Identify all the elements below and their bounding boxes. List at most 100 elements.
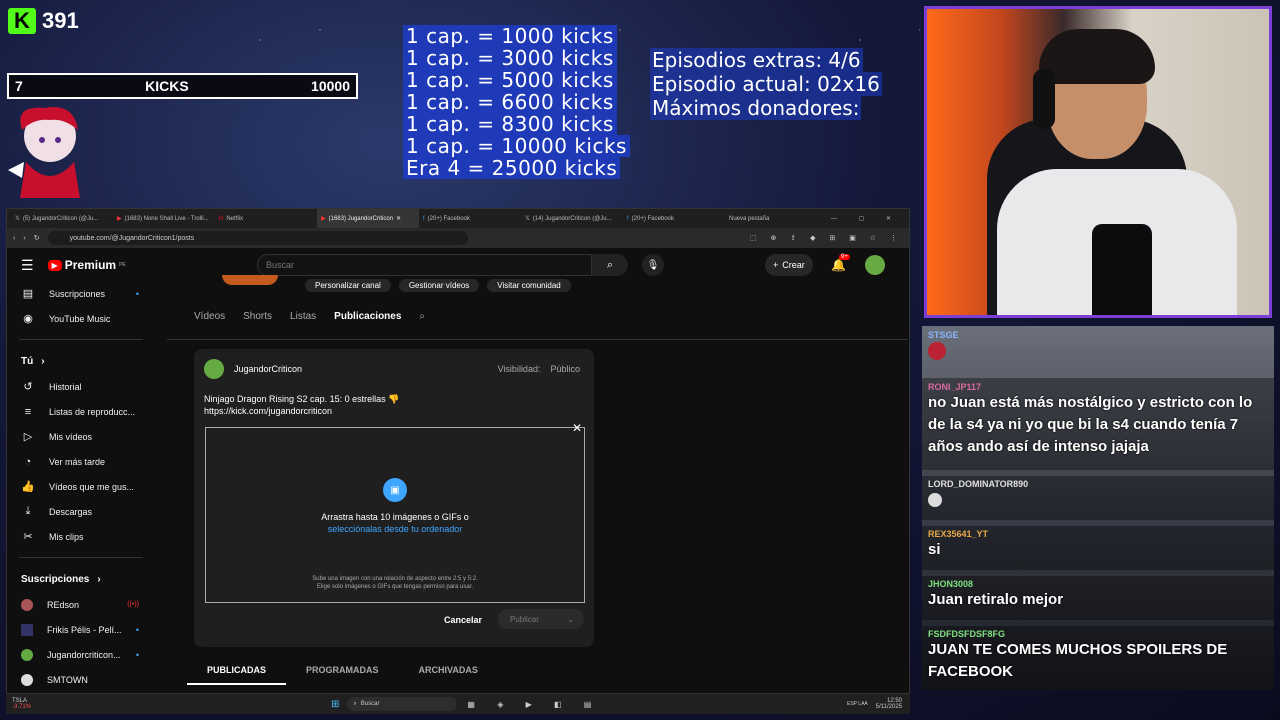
post-composer: JugandorCriticon Visibilidad: Público Ni… (194, 349, 594, 647)
browser-tab[interactable]: 𝕏 (5) JugandorCriticon (@Ju... (11, 209, 113, 228)
sidebar-sub-item[interactable]: Jugandorcriticon... • (7, 642, 155, 667)
subscriptions-icon: ▤ (22, 288, 34, 300)
notification-badge: 9+ (839, 254, 850, 260)
browser-tab-active[interactable]: ▶ (1683) JugandorCriticon ✕ (317, 209, 419, 228)
create-button[interactable]: + Crear (765, 254, 813, 276)
youtube-logo-icon: ▶ (47, 259, 62, 271)
sidebar-item-music[interactable]: ◉ YouTube Music (7, 306, 155, 331)
sidebar-sub-item[interactable]: SMTOWN (7, 667, 155, 692)
browser-tab[interactable]: N Netflix (215, 209, 317, 228)
sidebar-you-header[interactable]: Tú › (7, 348, 155, 374)
chat-message: RONI_JP117 no Juan está más nostálgico y… (928, 382, 1268, 458)
address-bar: ‹ › ↻ youtube.com/@JugandorCriticon1/pos… (7, 228, 909, 248)
forward-icon[interactable]: › (23, 235, 25, 242)
browser-tab[interactable]: ▶ (1683) None Shall Live - Trolli... (113, 209, 215, 228)
cancel-button[interactable]: Cancelar (444, 615, 482, 625)
tab-scheduled[interactable]: PROGRAMADAS (286, 657, 399, 685)
search-input[interactable] (257, 254, 592, 276)
chat-username: FSDFDSFDSF8FG (928, 629, 1006, 639)
youtube-logo[interactable]: ▶ Premium PE (47, 258, 126, 272)
divider (167, 339, 907, 340)
windows-start-icon[interactable]: ⊞ (331, 699, 339, 710)
url-field[interactable]: youtube.com/@JugandorCriticon1/posts (47, 231, 468, 245)
tab-videos[interactable]: Vídeos (194, 311, 225, 322)
mascot-illustration (8, 106, 80, 198)
kick-goal-item: 1 cap. = 1000 kicks (403, 25, 617, 47)
manage-videos-button[interactable]: Gestionar vídeos (398, 279, 480, 292)
visibility-selector[interactable]: Visibilidad: Público (498, 364, 580, 374)
search-icon: ⌕ (353, 700, 357, 707)
kick-goal-item: 1 cap. = 10000 kicks (403, 135, 630, 157)
sidebar-sub-item[interactable]: Frikis Pélis - Pelí... • (7, 617, 155, 642)
browser-tab[interactable]: f (20+) Facebook (419, 209, 521, 228)
reload-icon[interactable]: ↻ (34, 234, 40, 242)
playlist-icon: ≡ (24, 405, 32, 418)
clock-icon: ◔ (24, 455, 32, 468)
sidebar-item-downloads[interactable]: ⤓ Descargas (7, 499, 155, 524)
post-text-input[interactable]: Ninjago Dragon Rising S2 cap. 15: 0 estr… (204, 393, 399, 417)
sidebar-item-clips[interactable]: ✂ Mis clips (7, 524, 155, 549)
taskbar-search[interactable]: ⌕ Buscar (347, 697, 458, 711)
new-dot: • (135, 288, 139, 299)
close-icon[interactable]: ✕ (572, 421, 582, 435)
sidebar-item-history[interactable]: ↺ Historial (7, 374, 155, 399)
avatar[interactable] (865, 255, 885, 275)
thumbs-up-icon: 👍 (21, 481, 35, 493)
chevron-down-icon[interactable]: ⌄ (567, 615, 574, 624)
goal-current: 7 (15, 78, 23, 94)
dropzone-note: Sube una imagen con una relación de aspe… (312, 576, 478, 582)
sidebar-item-playlists[interactable]: ≡ Listas de reproducc... (7, 399, 155, 424)
pinned-app-icons[interactable]: ▦ ◈ ▶ ◧ ▤ (467, 700, 601, 709)
sidebar-sub-item[interactable]: REdson ((•)) (7, 592, 155, 617)
chat-message: REX35641_YT si (928, 529, 1268, 561)
tab-archived[interactable]: ARCHIVADAS (399, 657, 498, 685)
extension-icons[interactable]: ⬚ ⊕ ⇪ ◆ ⊞ ▣ ☆ ⋮ (750, 234, 903, 242)
divider (19, 339, 143, 340)
search-icon[interactable]: ⌕ (592, 254, 628, 276)
customize-channel-button[interactable]: Personalizar canal (305, 279, 391, 292)
sidebar-item-my-videos[interactable]: ▷ Mis vídeos (7, 424, 155, 449)
notifications-icon[interactable]: 🔔 9+ (831, 254, 850, 272)
live-icon: ((•)) (127, 601, 139, 608)
tab-posts[interactable]: Publicaciones (334, 311, 401, 322)
window-controls[interactable]: — ▢ ✕ (831, 215, 909, 222)
dropzone-title: Arrastra hasta 10 imágenes o GIFs o (321, 512, 469, 522)
menu-icon[interactable]: ☰ (21, 257, 34, 274)
dropzone-note: Elige solo imágenes o GIFs que tengas pe… (316, 584, 474, 590)
sidebar-item-liked[interactable]: 👍 Vídeos que me gus... (7, 474, 155, 499)
sidebar-item-subscriptions[interactable]: ▤ Suscripciones • (7, 281, 155, 306)
browser-tab[interactable]: Nueva pestaña (725, 209, 827, 228)
chat-username: LORD_DOMINATOR890 (928, 479, 1029, 489)
chat-message: STSGE (928, 330, 1268, 360)
tab-lists[interactable]: Listas (290, 311, 316, 322)
music-icon: ◉ (23, 313, 33, 325)
select-from-computer-link[interactable]: selecciónalas desde tu ordenador (206, 524, 584, 534)
channel-main: Personalizar canal Gestionar vídeos Visi… (167, 275, 907, 695)
tab-bar: 𝕏 (5) JugandorCriticon (@Ju... ▶ (1683) No… (7, 209, 909, 228)
my-videos-icon: ▷ (23, 431, 33, 443)
clock[interactable]: 12:50 5/11/2025 (876, 698, 902, 710)
channel-avatar (21, 598, 33, 611)
streamer-hair (1039, 29, 1155, 84)
mic-icon[interactable]: 🎙 (642, 254, 664, 276)
browser-tab[interactable]: 𝕏 (14) JugandorCriticon (@Ju... (521, 209, 623, 228)
browser-tab[interactable]: f (20+) Facebook (623, 209, 725, 228)
search-icon[interactable]: ⌕ (419, 311, 425, 322)
stock-widget[interactable]: TSLA -3.71% (12, 698, 31, 710)
tab-shorts[interactable]: Shorts (243, 311, 272, 322)
chevron-right-icon: › (97, 573, 101, 585)
visit-community-button[interactable]: Visitar comunidad (487, 279, 571, 292)
chat-emote-icon (928, 342, 946, 360)
sidebar-item-watch-later[interactable]: ◔ Ver más tarde (7, 449, 155, 474)
sidebar-subscriptions-header[interactable]: Suscripciones › (7, 566, 155, 592)
channel-avatar (21, 648, 33, 661)
publish-button[interactable]: Publicar ⌄ (498, 609, 584, 629)
back-icon[interactable]: ‹ (13, 235, 15, 242)
goal-label: KICKS (145, 78, 189, 94)
tab-published[interactable]: PUBLICADAS (187, 657, 287, 685)
image-dropzone[interactable]: ▣ Arrastra hasta 10 imágenes o GIFs o se… (205, 427, 585, 603)
x-icon: 𝕏 (525, 216, 530, 222)
close-tab-icon[interactable]: ✕ (396, 215, 401, 222)
plus-icon: + (773, 260, 779, 270)
language-indicator[interactable]: ESP LAA (847, 701, 868, 707)
